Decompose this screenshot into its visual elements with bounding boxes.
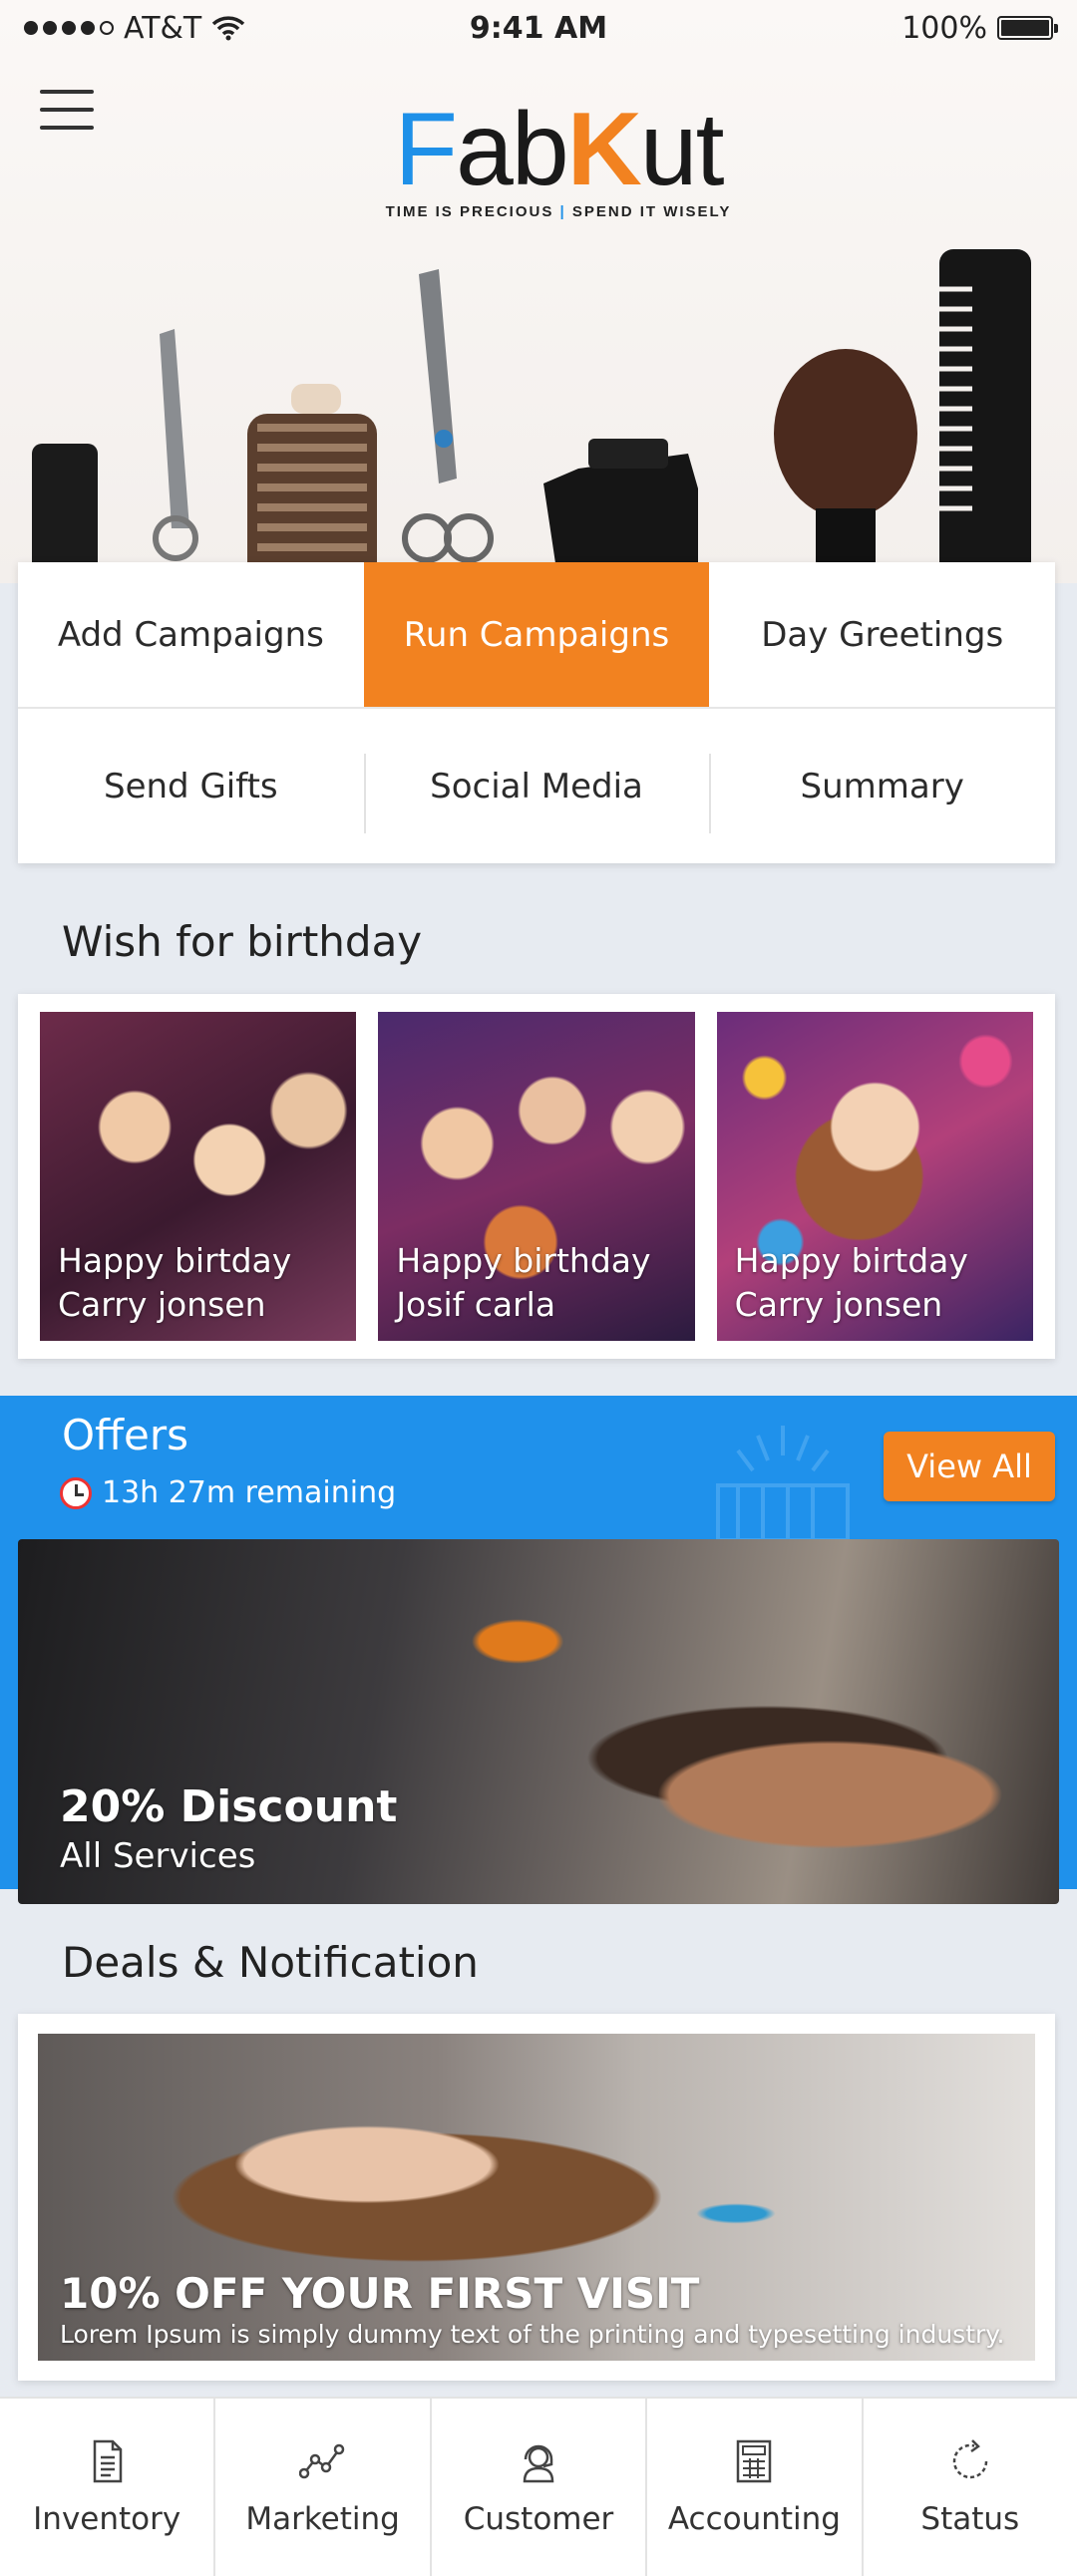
deal-card[interactable]: 10% OFF YOUR FIRST VISIT Lorem Ipsum is … <box>18 2014 1055 2381</box>
tab-social-media[interactable]: Social Media <box>363 709 710 863</box>
offer-headline: 20% Discount <box>60 1781 398 1832</box>
nav-marketing[interactable]: Marketing <box>213 2399 429 2576</box>
birthday-card[interactable]: Happy birthday Josif carla <box>378 1012 695 1341</box>
birthday-greeting: Happy birtday <box>58 1241 292 1280</box>
timer-text: 13h 27m remaining <box>102 1475 397 1510</box>
status-bar: AT&T 9:41 AM 100% <box>0 0 1077 56</box>
refresh-icon <box>952 2439 988 2479</box>
hero-banner: AT&T 9:41 AM 100% FabKut TIME IS PRECIOU… <box>0 0 1077 583</box>
tab-send-gifts[interactable]: Send Gifts <box>18 709 364 863</box>
offer-subline: All Services <box>60 1836 256 1876</box>
deal-description: Lorem Ipsum is simply dummy text of the … <box>60 2320 1005 2349</box>
birthday-greeting: Happy birthday <box>396 1241 651 1280</box>
tab-summary[interactable]: Summary <box>709 709 1055 863</box>
birthday-card[interactable]: Happy birtday Carry jonsen <box>40 1012 357 1341</box>
battery-icon <box>997 16 1058 40</box>
document-icon <box>93 2439 123 2483</box>
deal-image: 10% OFF YOUR FIRST VISIT Lorem Ipsum is … <box>38 2034 1035 2361</box>
carrier-label: AT&T <box>124 10 202 46</box>
offers-timer: 13h 27m remaining <box>60 1475 396 1510</box>
nav-inventory[interactable]: Inventory <box>0 2399 213 2576</box>
tab-add-campaigns[interactable]: Add Campaigns <box>18 562 364 707</box>
nav-label: Accounting <box>667 2501 841 2537</box>
birthday-card[interactable]: Happy birtday Carry jonsen <box>716 1012 1033 1341</box>
offers-title: Offers <box>62 1411 188 1459</box>
logo-wordmark: FabKut <box>394 92 724 207</box>
hamburger-menu-icon[interactable] <box>40 90 94 130</box>
nav-label: Customer <box>463 2501 614 2537</box>
bottom-navigation: Inventory Marketing Customer Accounting <box>0 2397 1077 2576</box>
calculator-icon <box>737 2439 772 2483</box>
birthday-greeting: Happy birtday <box>734 1241 968 1280</box>
alarm-clock-icon <box>60 1476 92 1509</box>
brand-logo: FabKut TIME IS PRECIOUS | SPEND IT WISEL… <box>379 92 738 220</box>
view-all-button[interactable]: View All <box>884 1432 1055 1501</box>
headset-icon <box>523 2444 554 2483</box>
birthday-name: Josif carla <box>396 1285 556 1324</box>
deal-headline: 10% OFF YOUR FIRST VISIT <box>60 2269 700 2318</box>
nav-label: Inventory <box>33 2501 181 2537</box>
nav-label: Marketing <box>245 2501 400 2537</box>
birthday-name: Carry jonsen <box>58 1285 266 1324</box>
birthday-name: Carry jonsen <box>734 1285 943 1324</box>
chart-line-icon <box>298 2443 344 2479</box>
battery-percent: 100% <box>901 10 987 46</box>
tab-run-campaigns[interactable]: Run Campaigns <box>363 562 710 707</box>
brand-tagline: TIME IS PRECIOUS | SPEND IT WISELY <box>385 203 732 220</box>
birthday-section-title: Wish for birthday <box>62 917 423 966</box>
nav-status[interactable]: Status <box>861 2399 1077 2576</box>
wifi-icon <box>212 16 245 41</box>
birthday-carousel: Happy birtday Carry jonsen Happy birthda… <box>18 994 1055 1359</box>
campaign-tabs: Add Campaigns Run Campaigns Day Greeting… <box>18 562 1055 863</box>
nav-label: Status <box>920 2501 1020 2537</box>
nav-accounting[interactable]: Accounting <box>645 2399 861 2576</box>
salon-tools-illustration <box>32 249 1031 583</box>
signal-icon <box>24 21 114 35</box>
nav-customer[interactable]: Customer <box>429 2399 645 2576</box>
offer-card[interactable]: 20% Discount All Services <box>18 1539 1059 1904</box>
celebration-icon <box>716 1426 850 1542</box>
tab-day-greetings[interactable]: Day Greetings <box>709 562 1055 707</box>
deals-section-title: Deals & Notification <box>62 1938 479 1987</box>
